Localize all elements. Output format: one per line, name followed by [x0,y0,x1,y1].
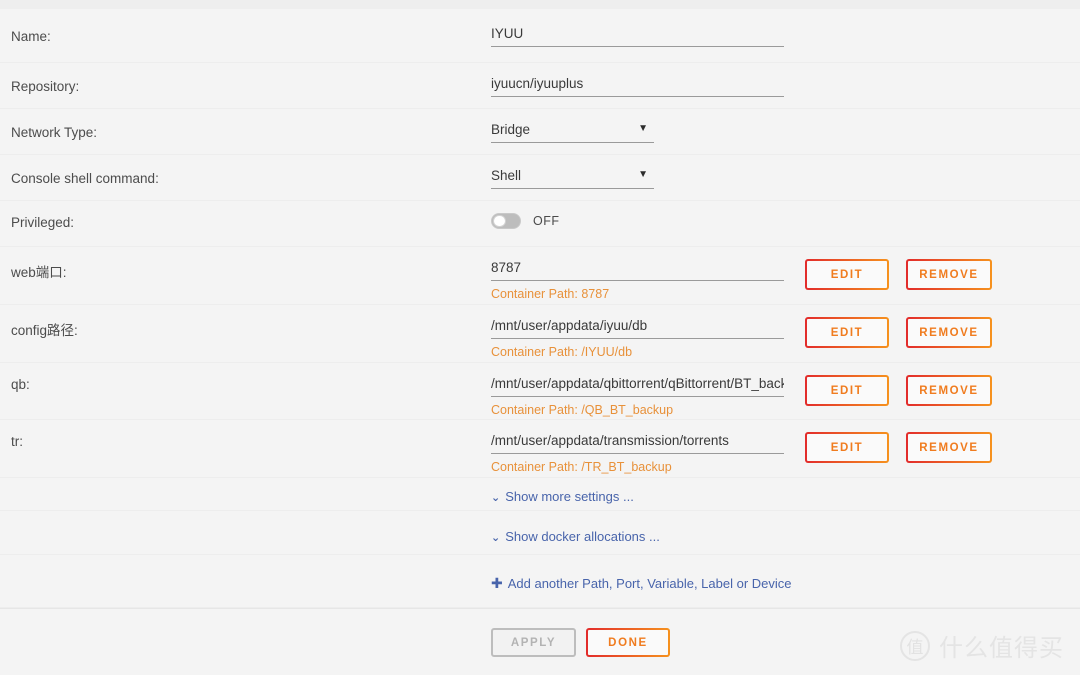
remove-button-tr[interactable]: REMOVE [906,432,992,463]
privileged-toggle[interactable] [491,213,521,229]
form-row-console-shell-command: Console shell command: Shell ▼ [0,155,1080,201]
plus-icon: ✚ [491,575,503,591]
docker-container-settings-page: Name: Repository: Network Type: Bridge ▼… [0,0,1080,675]
field-control-privileged: OFF [491,213,560,229]
show-more-settings-link[interactable]: ⌄ Show more settings ... [491,489,634,504]
add-another-label: Add another Path, Port, Variable, Label … [507,576,792,591]
mapping-label-config-path: config路径: [11,323,78,338]
config-path-input[interactable] [491,317,784,339]
show-docker-allocations-link[interactable]: ⌄ Show docker allocations ... [491,529,660,544]
mapping-control-tr: Container Path: /TR_BT_backup [491,432,784,474]
watermark-logo-icon: 值 [900,630,930,661]
show-docker-allocations-label: Show docker allocations ... [505,529,660,544]
edit-button-config-path[interactable]: EDIT [805,317,889,348]
field-control-name [491,25,784,47]
remove-button-qb[interactable]: REMOVE [906,375,992,406]
mapping-control-qb: Container Path: /QB_BT_backup [491,375,784,417]
mapping-control-web-port: Container Path: 8787 [491,259,784,301]
tr-path-input[interactable] [491,432,784,454]
container-path-web-port: Container Path: 8787 [491,287,610,301]
mapping-row-tr: tr: Container Path: /TR_BT_backup EDIT R… [0,420,1080,478]
qb-path-input[interactable] [491,375,784,397]
watermark: 值 什么值得买 [900,628,1064,663]
form-row-repository: Repository: [0,63,1080,109]
mapping-label-tr: tr: [11,434,23,449]
repository-input[interactable] [491,75,784,97]
row-show-more-settings: ⌄ Show more settings ... [0,478,1080,511]
edit-button-tr[interactable]: EDIT [805,432,889,463]
top-strip [0,0,1080,9]
container-path-config-path: Container Path: /IYUU/db [491,345,633,359]
field-label-network-type: Network Type: [11,125,98,140]
form-row-network-type: Network Type: Bridge ▼ [0,109,1080,155]
console-shell-command-value: Shell [491,168,522,183]
edit-button-web-port[interactable]: EDIT [805,259,889,290]
chevron-down-icon: ⌄ [491,532,501,544]
form-row-name: Name: [0,9,1080,63]
container-path-tr: Container Path: /TR_BT_backup [491,460,672,474]
toggle-knob [493,215,506,227]
chevron-down-icon: ⌄ [491,492,501,504]
mapping-label-web-port: web端口: [11,265,67,280]
container-path-qb: Container Path: /QB_BT_backup [491,403,674,417]
field-label-repository: Repository: [11,79,80,94]
mapping-row-config-path: config路径: Container Path: /IYUU/db EDIT … [0,305,1080,363]
mapping-row-web-port: web端口: Container Path: 8787 EDIT REMOVE [0,247,1080,305]
field-label-console-shell-command: Console shell command: [11,171,159,186]
network-type-value: Bridge [491,122,531,137]
field-label-name: Name: [11,29,51,44]
edit-button-qb[interactable]: EDIT [805,375,889,406]
field-control-repository [491,75,784,97]
console-shell-command-select[interactable]: Shell ▼ [491,167,654,189]
privileged-toggle-label: OFF [533,214,560,228]
add-another-link[interactable]: ✚ Add another Path, Port, Variable, Label… [491,575,792,592]
field-control-console-shell-command: Shell ▼ [491,167,654,189]
remove-button-config-path[interactable]: REMOVE [906,317,992,348]
mapping-label-qb: qb: [11,377,30,392]
done-button[interactable]: DONE [586,628,670,657]
watermark-text: 什么值得买 [939,635,1064,662]
network-type-select[interactable]: Bridge ▼ [491,121,654,143]
chevron-down-icon: ▼ [638,169,648,180]
mapping-row-qb: qb: Container Path: /QB_BT_backup EDIT R… [0,363,1080,420]
web-port-input[interactable] [491,259,784,281]
name-input[interactable] [491,25,784,47]
form-row-privileged: Privileged: OFF [0,201,1080,247]
row-add-another: ✚ Add another Path, Port, Variable, Label… [0,555,1080,608]
apply-button[interactable]: APPLY [491,628,576,657]
chevron-down-icon: ▼ [638,123,648,134]
footer-divider [0,608,1080,609]
row-show-docker-allocations: ⌄ Show docker allocations ... [0,511,1080,555]
show-more-settings-label: Show more settings ... [505,489,634,504]
field-control-network-type: Bridge ▼ [491,121,654,143]
remove-button-web-port[interactable]: REMOVE [906,259,992,290]
mapping-control-config-path: Container Path: /IYUU/db [491,317,784,359]
field-label-privileged: Privileged: [11,215,75,230]
